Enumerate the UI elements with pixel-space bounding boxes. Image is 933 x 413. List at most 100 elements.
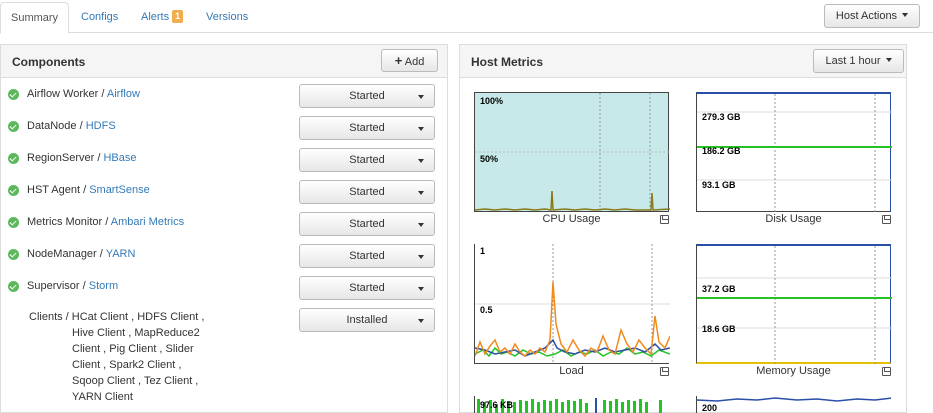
component-state-button[interactable]: Started [299, 116, 435, 140]
components-title: Components [12, 55, 86, 69]
host-metrics-title: Host Metrics [471, 55, 544, 69]
chevron-down-icon [902, 13, 909, 17]
separator: / [97, 152, 101, 164]
component-state-label: Started [349, 186, 385, 198]
time-range-label: Last 1 hour [825, 55, 881, 67]
disk-usage-chart: 279.3 GB 186.2 GB 93.1 GB Disk Usage [696, 92, 892, 225]
memory-usage-graph [697, 246, 892, 366]
plus-icon: + [394, 53, 403, 68]
save-icon[interactable] [660, 215, 669, 224]
service-link[interactable]: SmartSense [89, 184, 150, 196]
chevron-down-icon [418, 159, 424, 163]
disk-axis-label: 186.2 GB [702, 146, 741, 156]
component-name: HST Agent [27, 184, 80, 196]
service-link[interactable]: HBase [103, 152, 136, 164]
component-state-button[interactable]: Started [299, 148, 435, 172]
alerts-count-badge: 1 [172, 10, 184, 23]
cpu-usage-graph [475, 93, 670, 213]
save-icon[interactable] [660, 367, 669, 376]
save-icon[interactable] [882, 367, 891, 376]
processes-plot [696, 396, 891, 413]
time-range-dropdown[interactable]: Last 1 hour [813, 49, 904, 73]
component-state-button[interactable]: Started [299, 84, 435, 108]
separator: / [101, 88, 105, 100]
status-ok-icon [8, 121, 19, 132]
disk-axis-label: 93.1 GB [702, 180, 736, 190]
separator: / [82, 280, 86, 292]
component-name: Supervisor [27, 280, 80, 292]
host-metrics-panel-header: Host Metrics Last 1 hour [460, 45, 906, 78]
memory-usage-chart: 37.2 GB 18.6 GB Memory Usage [696, 244, 892, 377]
clients-line: Hive Client , MapReduce2 [72, 327, 200, 339]
tab-summary[interactable]: Summary [0, 2, 70, 34]
status-ok-icon [8, 281, 19, 292]
separator: / [79, 120, 83, 132]
component-label: Airflow Worker / Airflow [27, 88, 140, 100]
load-title: Load [559, 365, 584, 377]
cpu-axis-label: 100% [480, 96, 504, 106]
memory-axis-label: 37.2 GB [702, 284, 736, 294]
service-link[interactable]: Ambari Metrics [111, 216, 184, 228]
status-ok-icon [8, 89, 19, 100]
save-icon[interactable] [882, 215, 891, 224]
clients-line: Clients / HCat Client , HDFS Client , [29, 311, 205, 323]
tab-versions-label: Versions [206, 11, 249, 23]
chevron-down-icon [418, 191, 424, 195]
tab-alerts[interactable]: Alerts 1 [131, 2, 193, 33]
clients-label: Clients / HCat Client , HDFS Client , Hi… [29, 309, 219, 405]
component-state-label: Started [349, 282, 385, 294]
load-plot [474, 244, 670, 364]
add-component-button[interactable]: + Add [381, 49, 438, 72]
chevron-down-icon [418, 255, 424, 259]
component-state-button[interactable]: Started [299, 276, 435, 300]
status-ok-icon [8, 217, 19, 228]
tab-configs-label: Configs [81, 11, 119, 23]
tab-summary-label: Summary [11, 12, 59, 24]
tab-configs[interactable]: Configs [71, 2, 128, 33]
tab-alerts-label: Alerts [141, 11, 170, 23]
separator: / [99, 248, 103, 260]
component-label: DataNode / HDFS [27, 120, 116, 132]
component-state-label: Started [349, 90, 385, 102]
cpu-usage-plot [474, 92, 670, 213]
load-axis-label: 1 [480, 246, 486, 256]
component-name: RegionServer [27, 152, 95, 164]
load-chart: 1 0.5 Load [474, 244, 670, 377]
component-label: RegionServer / HBase [27, 152, 136, 164]
component-state-label: Started [349, 122, 385, 134]
component-name: DataNode [27, 120, 77, 132]
host-actions-label: Host Actions [835, 10, 898, 22]
component-label: Metrics Monitor / Ambari Metrics [27, 216, 184, 228]
load-axis-label: 0.5 [480, 305, 493, 315]
tab-bar: Summary Configs Alerts 1 Versions [0, 0, 933, 34]
cpu-axis-label: 50% [480, 154, 499, 164]
disk-usage-title: Disk Usage [765, 213, 822, 225]
service-link[interactable]: HDFS [86, 120, 116, 132]
memory-axis-label: 18.6 GB [702, 324, 736, 334]
component-state-label: Started [349, 250, 385, 262]
add-label: Add [404, 56, 425, 68]
memory-usage-plot [696, 244, 892, 366]
host-actions-button[interactable]: Host Actions [824, 4, 920, 28]
service-link[interactable]: Storm [89, 280, 118, 292]
processes-axis-label: 200 [702, 403, 718, 413]
status-ok-icon [8, 153, 19, 164]
service-link[interactable]: YARN [106, 248, 136, 260]
service-link[interactable]: Airflow [107, 88, 140, 100]
component-name: Metrics Monitor [27, 216, 103, 228]
component-state-button[interactable]: Started [299, 244, 435, 268]
component-state-button[interactable]: Started [299, 180, 435, 204]
memory-usage-title: Memory Usage [756, 365, 831, 377]
network-axis-label: 97.6 KB [480, 400, 514, 410]
chevron-down-icon [418, 127, 424, 131]
processes-graph [697, 397, 891, 402]
load-graph [475, 244, 670, 364]
tab-versions[interactable]: Versions [196, 2, 258, 33]
component-state-button[interactable]: Started [299, 212, 435, 236]
separator: / [83, 184, 87, 196]
clients-state-button[interactable]: Installed [299, 308, 435, 332]
network-chart: 97.6 KB [474, 396, 669, 413]
chevron-down-icon [418, 287, 424, 291]
chevron-down-icon [418, 95, 424, 99]
chevron-down-icon [418, 319, 424, 323]
